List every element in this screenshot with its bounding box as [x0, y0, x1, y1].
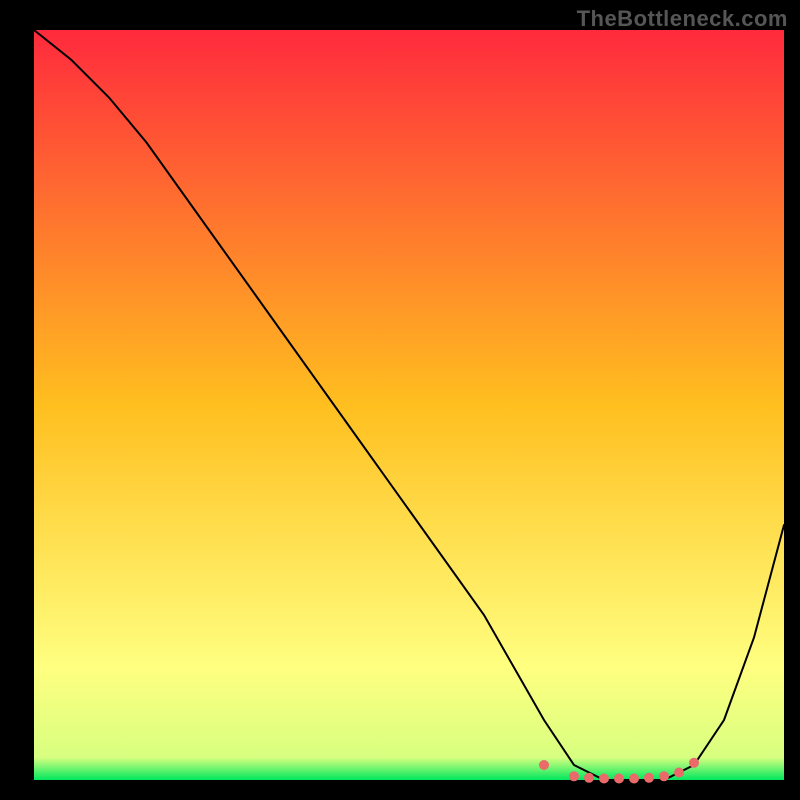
- marker-dot: [599, 774, 609, 784]
- chart-svg: [0, 0, 800, 800]
- marker-dot: [629, 774, 639, 784]
- marker-dot: [674, 768, 684, 778]
- marker-dot: [689, 758, 699, 768]
- marker-dot: [584, 773, 594, 783]
- marker-dot: [569, 771, 579, 781]
- chart-frame: { "watermark": "TheBottleneck.com", "col…: [0, 0, 800, 800]
- marker-dot: [539, 760, 549, 770]
- watermark-text: TheBottleneck.com: [577, 6, 788, 32]
- marker-dot: [644, 773, 654, 783]
- marker-dot: [659, 771, 669, 781]
- marker-dot: [614, 774, 624, 784]
